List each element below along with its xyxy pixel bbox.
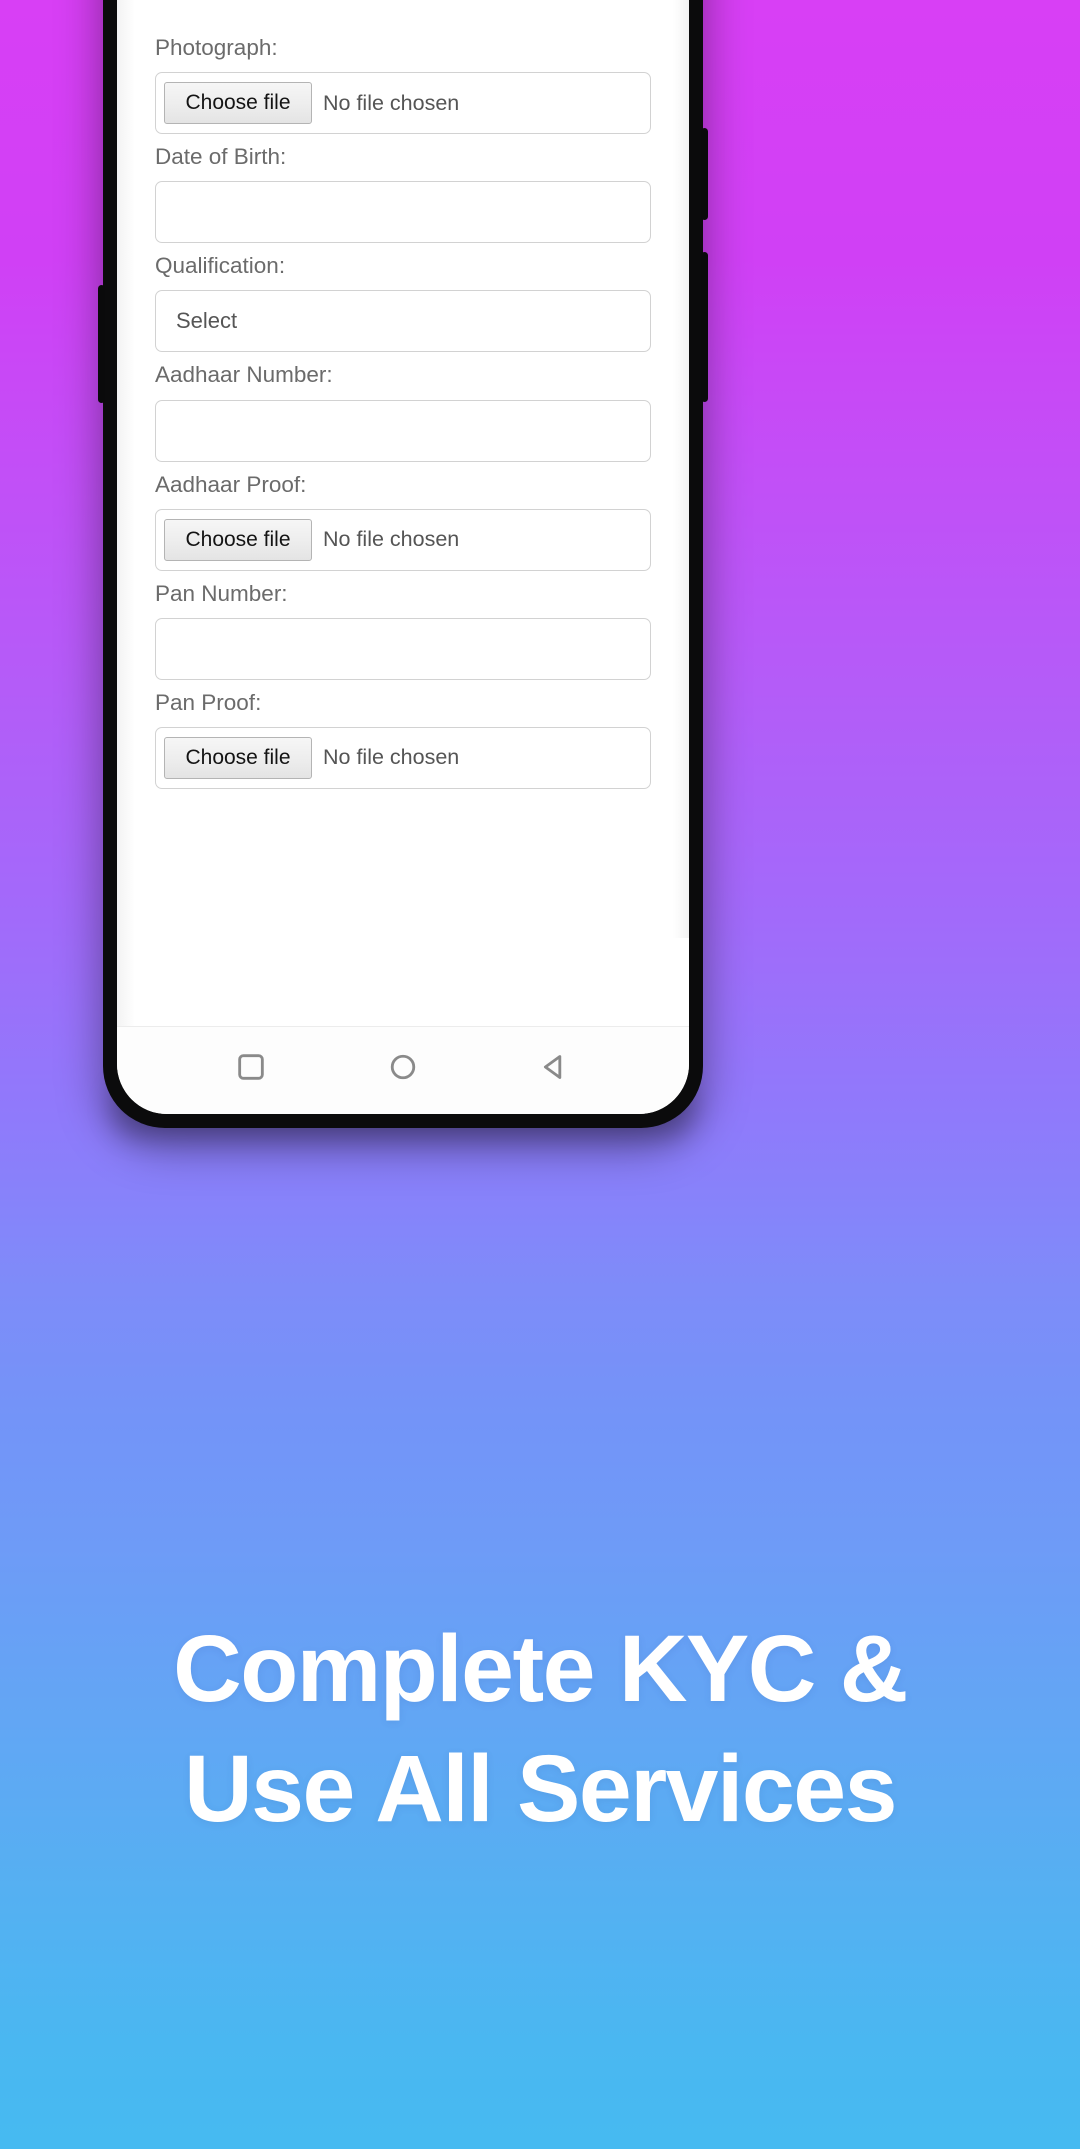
field-aadhaar-number: Aadhaar Number: — [155, 361, 651, 462]
field-date-of-birth-label: Date of Birth: — [155, 144, 287, 170]
field-aadhaar-proof: Aadhaar Proof: Choose file No file chose… — [155, 471, 651, 571]
form-fields: Photograph: Choose file No file chosen D… — [155, 34, 651, 789]
triangle-left-icon[interactable] — [538, 1050, 572, 1084]
kyc-form: IDENTITY DETAILS Photograph: Choose file… — [117, 0, 689, 1026]
field-pan-number-label: Pan Number: — [155, 580, 288, 606]
field-aadhaar-number-label: Aadhaar Number: — [155, 362, 333, 388]
phone-left-button — [98, 285, 105, 403]
field-qualification-label: Qualification: — [155, 253, 286, 279]
aadhaar-proof-choose-file-button[interactable]: Choose file — [164, 518, 312, 561]
field-pan-proof-label: Pan Proof: — [155, 689, 262, 715]
field-photograph-label: Photograph: — [155, 35, 278, 60]
promo-headline: Complete KYC & Use All Services — [0, 1610, 1080, 1849]
field-aadhaar-proof-label: Aadhaar Proof: — [155, 471, 307, 497]
android-navigation-bar — [117, 1026, 689, 1114]
photograph-file-name: No file chosen — [323, 90, 460, 115]
pan-proof-file-input[interactable]: Choose file No file chosen — [155, 726, 651, 789]
promo-headline-line-1: Complete KYC & — [173, 1616, 908, 1722]
pan-number-input[interactable] — [155, 617, 651, 680]
phone-screen: PROFILE KYC FORM CERTIFICATE IDENT — [117, 0, 689, 1114]
field-qualification: Qualification: Select — [155, 252, 651, 353]
page-right-gutter — [673, 0, 689, 938]
promo-headline-line-2: Use All Services — [184, 1735, 897, 1842]
qualification-select[interactable]: Select — [155, 290, 651, 353]
circle-icon[interactable] — [386, 1050, 420, 1084]
aadhaar-proof-file-input[interactable]: Choose file No file chosen — [155, 508, 651, 571]
photograph-choose-file-button[interactable]: Choose file — [164, 82, 312, 125]
page-left-gutter — [117, 0, 135, 1026]
field-date-of-birth: Date of Birth: — [155, 143, 651, 244]
phone-frame: PROFILE KYC FORM CERTIFICATE IDENT — [98, 0, 708, 1128]
field-photograph: Photograph: Choose file No file chosen — [155, 34, 651, 135]
field-pan-proof: Pan Proof: Choose file No file chosen — [155, 689, 651, 789]
pan-proof-file-name: No file chosen — [323, 745, 460, 770]
phone-power-button — [701, 128, 708, 220]
field-pan-number: Pan Number: — [155, 580, 651, 680]
aadhaar-proof-file-name: No file chosen — [323, 527, 460, 552]
date-of-birth-input[interactable] — [155, 181, 651, 244]
photograph-file-input[interactable]: Choose file No file chosen — [155, 72, 651, 135]
aadhaar-number-input[interactable] — [155, 399, 651, 462]
pan-proof-choose-file-button[interactable]: Choose file — [164, 736, 312, 779]
phone-mockup: PROFILE KYC FORM CERTIFICATE IDENT — [98, 0, 708, 1138]
phone-volume-button — [701, 252, 708, 402]
square-icon[interactable] — [234, 1050, 268, 1084]
